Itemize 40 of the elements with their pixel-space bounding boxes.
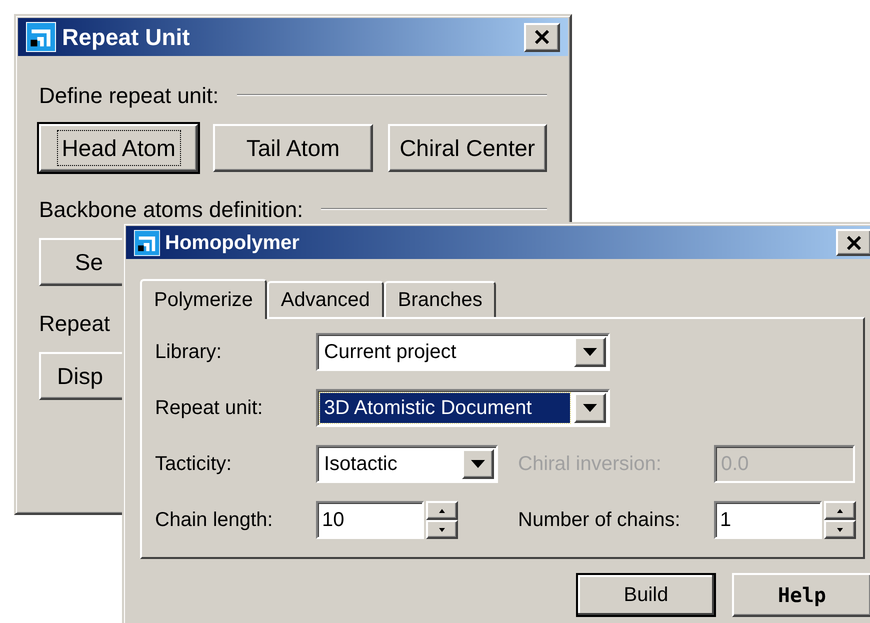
dropdown-field[interactable]: 3D Atomistic Document [316, 389, 610, 427]
close-icon [534, 30, 550, 44]
down-arrow-icon [439, 528, 445, 532]
app-icon [26, 22, 56, 52]
down-arrow-icon [837, 528, 843, 532]
tab[interactable]: Advanced [266, 281, 384, 317]
dialog-button[interactable]: Head Atom [39, 124, 198, 172]
up-arrow-icon [439, 508, 445, 512]
spin-up-button[interactable] [426, 501, 458, 520]
field-label: Repeat unit: [155, 396, 264, 421]
field-label: Number of chains: [518, 508, 682, 533]
spin-up-button[interactable] [824, 501, 856, 520]
dialog-button[interactable]: Build [576, 573, 716, 617]
tab[interactable]: Branches [384, 281, 496, 317]
number-field[interactable]: 1 [714, 501, 822, 539]
dialog-button[interactable]: Tail Atom [213, 124, 373, 172]
dropdown-arrow-icon [583, 404, 597, 412]
app-icon [134, 230, 160, 256]
dropdown-arrow-icon [583, 348, 597, 356]
section-label: Repeat [39, 310, 110, 338]
dropdown-arrow-icon [471, 460, 485, 468]
window-title: Homopolymer [165, 230, 300, 256]
dropdown-field[interactable]: Current project [316, 333, 610, 371]
close-icon [846, 236, 862, 250]
field-label: Library: [155, 340, 223, 365]
field-label: Chain length: [155, 508, 274, 533]
dropdown-field[interactable]: Isotactic [316, 445, 498, 483]
number-field[interactable]: 10 [316, 501, 424, 539]
window-title: Repeat Unit [62, 22, 191, 52]
close-button[interactable] [524, 22, 560, 52]
spin-down-button[interactable] [426, 520, 458, 539]
field-label: Tacticity: [155, 452, 233, 477]
dialog-button[interactable]: Help [732, 573, 870, 617]
close-button[interactable] [836, 229, 870, 256]
up-arrow-icon [837, 508, 843, 512]
dialog-button[interactable]: Chiral Center [388, 124, 547, 172]
section-label: Define repeat unit: [39, 82, 219, 110]
tab[interactable]: Polymerize [140, 279, 267, 319]
spin-down-button[interactable] [824, 520, 856, 539]
section-label: Backbone atoms definition: [39, 196, 304, 224]
